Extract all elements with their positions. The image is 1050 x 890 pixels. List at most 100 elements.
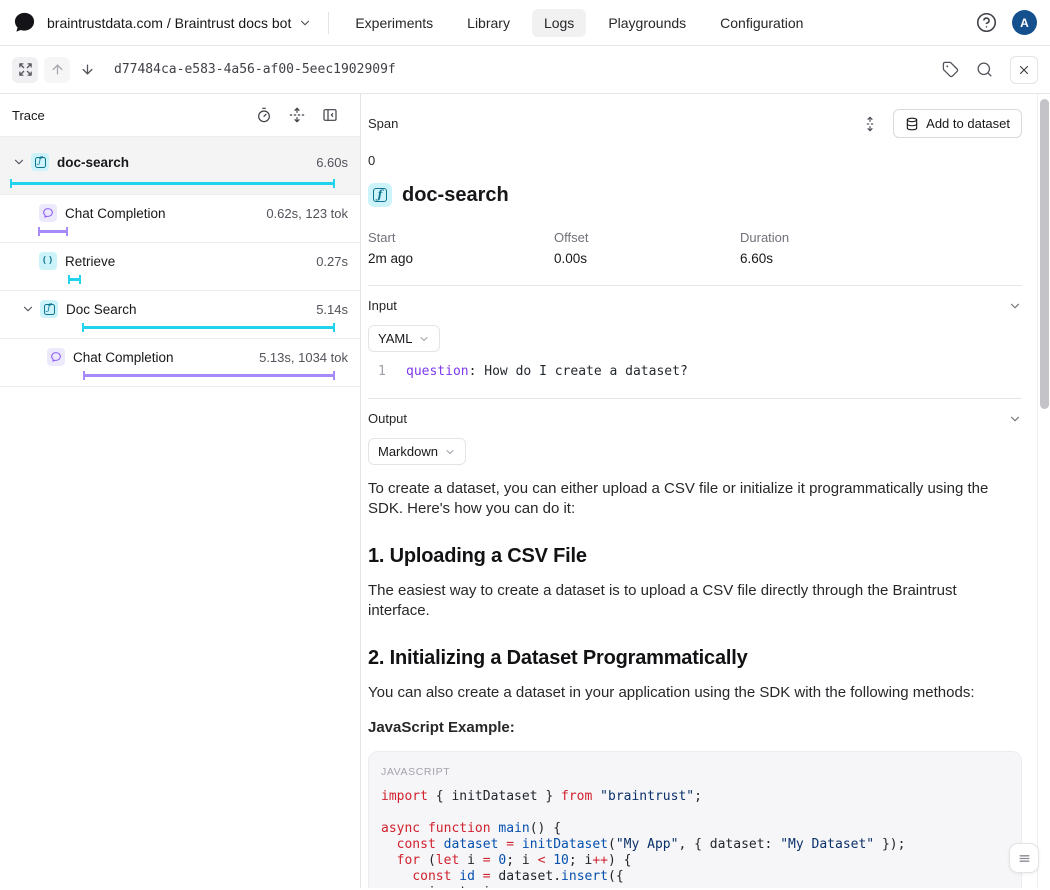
avatar[interactable]: A [1012, 10, 1037, 35]
output-format-select[interactable]: Markdown [368, 438, 466, 465]
expand-icon [18, 62, 33, 77]
add-to-dataset-button[interactable]: Add to dataset [893, 109, 1022, 138]
nav-tab-library[interactable]: Library [455, 9, 522, 37]
chevron-down-icon [418, 333, 430, 345]
output-label: Output [368, 411, 407, 426]
trace-row[interactable]: ƒ doc-search 6.60s [0, 136, 360, 195]
trace-panel-title: Trace [12, 108, 45, 123]
span-name: Chat Completion [65, 206, 166, 221]
collapse-input-icon[interactable] [1008, 299, 1022, 313]
timeline-bar [38, 227, 68, 236]
scrollbar-thumb[interactable] [1040, 99, 1049, 409]
function-span-icon: ƒ [40, 300, 58, 318]
span-duration: 6.60s [316, 155, 348, 170]
nav-tab-logs[interactable]: Logs [532, 9, 586, 37]
span-name: doc-search [57, 155, 129, 170]
database-icon [905, 117, 919, 131]
span-panel-title: Span [368, 116, 398, 131]
span-breadcrumb-index: 0 [368, 153, 1022, 168]
span-meta: Start 2m ago Offset 0.00s Duration 6.60s [368, 230, 1022, 266]
chat-completion-icon [47, 348, 65, 366]
close-icon [1017, 63, 1031, 77]
span-duration: 5.13s, 1034 tok [259, 350, 348, 365]
scrollbar[interactable] [1037, 94, 1050, 888]
trace-row[interactable]: Chat Completion 0.62s, 123 tok [0, 195, 360, 243]
expand-span-panel-icon[interactable] [862, 116, 878, 132]
input-section-header: Input [368, 298, 1022, 313]
span-duration: 5.14s [316, 302, 348, 317]
input-code-line: 1 question: How do I create a dataset? [368, 364, 1022, 379]
trace-row[interactable]: ƒ Doc Search 5.14s [0, 291, 360, 339]
expand-all-spans-icon[interactable] [289, 107, 305, 123]
nav-tab-playgrounds[interactable]: Playgrounds [596, 9, 698, 37]
project-name: braintrustdata.com / Braintrust docs bot [47, 15, 291, 31]
chevron-down-icon [21, 302, 35, 316]
input-format-select[interactable]: YAML [368, 325, 440, 352]
tag-icon[interactable] [942, 61, 959, 78]
trace-id: d77484ca-e583-4a56-af00-5eec1902909f [114, 62, 396, 77]
trace-panel-header: Trace [0, 94, 360, 136]
paragraph: To create a dataset, you can either uplo… [368, 479, 1022, 518]
next-span-button[interactable] [74, 57, 100, 83]
trace-toolbar: d77484ca-e583-4a56-af00-5eec1902909f [0, 46, 1050, 94]
project-selector[interactable]: braintrustdata.com / Braintrust docs bot [47, 15, 312, 31]
span-title: ƒ doc-search [368, 183, 1022, 207]
arrow-down-icon [80, 62, 95, 77]
meta-offset: Offset 0.00s [554, 230, 740, 266]
previous-span-button[interactable] [44, 57, 70, 83]
span-duration: 0.62s, 123 tok [266, 206, 348, 221]
timeline-bar [10, 179, 335, 188]
meta-duration: Duration 6.60s [740, 230, 1022, 266]
code-lines: import { initDataset } from "braintrust"… [381, 789, 1009, 888]
heading-uploading-csv: 1. Uploading a CSV File [368, 543, 1022, 569]
collapse-output-icon[interactable] [1008, 412, 1022, 426]
span-name: Retrieve [65, 254, 115, 269]
help-icon[interactable] [976, 12, 997, 33]
heading-initializing-dataset: 2. Initializing a Dataset Programmatical… [368, 645, 1022, 671]
example-label: JavaScript Example: [368, 718, 1022, 738]
top-nav: braintrustdata.com / Braintrust docs bot… [0, 0, 1050, 46]
chevron-down-icon [444, 446, 456, 458]
code-block-menu-button[interactable] [1009, 843, 1039, 873]
span-panel: Span Add to dataset 0 ƒ doc-search Start… [361, 94, 1050, 888]
trace-row[interactable]: () Retrieve 0.27s [0, 243, 360, 291]
output-section-header: Output [368, 411, 1022, 426]
span-name: Chat Completion [73, 350, 174, 365]
chat-completion-icon [39, 204, 57, 222]
trace-tree: ƒ doc-search 6.60s Chat Completion 0.62s, 12… [0, 136, 360, 387]
retrieve-icon: () [39, 252, 57, 270]
menu-icon [1018, 852, 1031, 865]
chevron-down-icon [298, 16, 312, 30]
meta-start: Start 2m ago [368, 230, 554, 266]
search-icon[interactable] [976, 61, 993, 78]
function-span-icon: ƒ [368, 183, 392, 207]
timeline-bar [83, 371, 335, 380]
line-number: 1 [368, 364, 406, 379]
collapse-panel-icon[interactable] [322, 107, 338, 123]
markdown-output: To create a dataset, you can either uplo… [368, 479, 1022, 888]
paragraph: The easiest way to create a dataset is t… [368, 581, 1022, 620]
span-panel-header: Span Add to dataset [368, 109, 1022, 138]
input-code-tokens: question: How do I create a dataset? [406, 364, 688, 379]
input-label: Input [368, 298, 397, 313]
code-block: JAVASCRIPT import { initDataset } from "… [368, 751, 1022, 888]
function-span-icon: ƒ [31, 153, 49, 171]
primary-nav: Experiments Library Logs Playgrounds Configu… [343, 9, 815, 37]
timer-icon[interactable] [256, 107, 272, 123]
span-name: Doc Search [66, 302, 137, 317]
trace-row[interactable]: Chat Completion 5.13s, 1034 tok [0, 339, 360, 387]
divider [368, 398, 1022, 399]
timeline-bar [68, 275, 81, 284]
trace-panel: Trace ƒ doc-search 6.60s Chat Completion 0.6… [0, 94, 361, 888]
span-duration: 0.27s [316, 254, 348, 269]
paragraph: You can also create a dataset in your ap… [368, 683, 1022, 703]
braintrust-logo-icon[interactable] [13, 11, 36, 34]
nav-tab-configuration[interactable]: Configuration [708, 9, 815, 37]
nav-tab-experiments[interactable]: Experiments [343, 9, 445, 37]
timeline-bar [82, 323, 335, 332]
arrow-up-icon [50, 62, 65, 77]
expand-trace-button[interactable] [12, 57, 38, 83]
close-trace-button[interactable] [1010, 56, 1038, 84]
divider [328, 12, 329, 34]
code-language-label: JAVASCRIPT [381, 766, 1009, 780]
